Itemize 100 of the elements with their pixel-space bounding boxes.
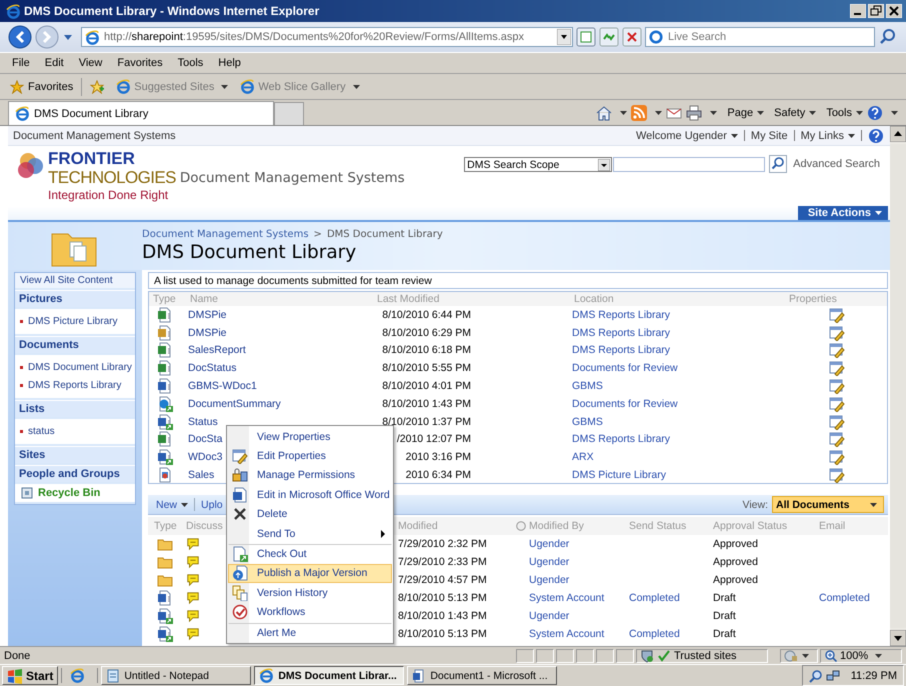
compatibility-view-button[interactable] [576,27,596,47]
advanced-search-link[interactable]: Advanced Search [793,158,880,170]
taskbar-button[interactable]: DMS Document Librar... [254,666,404,685]
menu-item[interactable]: View Properties [228,427,392,446]
speech-bubble-icon[interactable] [186,609,200,623]
scroll-down-button[interactable] [890,630,906,646]
speech-bubble-icon[interactable] [186,591,200,605]
help-icon[interactable] [868,128,884,144]
menu-item[interactable]: Manage Permissions [228,466,392,486]
menu-item[interactable]: Favorites [117,57,163,69]
user-link[interactable]: System Account [529,628,604,640]
menu-item[interactable]: Delete [228,504,392,524]
speech-bubble-icon[interactable] [186,573,200,587]
document-link[interactable]: Sales [188,469,214,482]
edit-form-icon[interactable] [828,396,844,412]
minimize-button[interactable] [850,4,866,18]
back-button[interactable] [8,25,32,49]
start-button[interactable]: Start [2,666,58,685]
edit-form-icon[interactable] [828,306,844,323]
menu-item[interactable]: View [78,57,102,69]
document-link[interactable]: DocStatus [188,362,236,374]
document-link[interactable]: SalesReport [188,344,246,356]
command-menu[interactable]: Safety [774,107,816,119]
welcome-menu[interactable]: Welcome Ugender [636,130,738,142]
location-link[interactable]: Documents for Review [572,398,678,410]
nav-link[interactable]: DMS Document Library [15,358,135,376]
menu-item[interactable]: Edit in Microsoft Office Word [228,485,392,505]
send-result-link[interactable]: Completed [629,628,680,640]
menu-item[interactable]: Publish a Major Version [228,564,392,584]
location-link[interactable]: DMS Reports Library [572,326,670,339]
top-link[interactable]: My Links [800,130,855,142]
network-icon[interactable] [826,668,840,682]
command-menu[interactable]: Page [727,107,764,119]
scope-dropdown[interactable]: DMS Search Scope [464,157,612,172]
menu-item[interactable]: Edit Properties [228,446,392,466]
menu-item[interactable]: Alert Me [228,622,392,642]
document-link[interactable]: WDoc3 [188,451,222,464]
globe-lock-icon[interactable] [784,648,798,662]
zoom-button[interactable]: 100% [820,648,902,662]
search-icon[interactable] [808,668,823,682]
document-link[interactable]: Status [188,416,218,428]
search-field[interactable]: Live Search [645,27,875,47]
speech-bubble-icon[interactable] [186,555,200,569]
location-link[interactable]: DMS Picture Library [572,469,666,482]
edit-form-icon[interactable] [828,431,844,448]
scrollbar[interactable] [890,126,906,646]
edit-form-icon[interactable] [828,342,844,358]
user-link[interactable]: Ugender [529,610,570,622]
stop-button[interactable] [622,27,642,47]
menu-item[interactable]: Workflows [228,602,392,622]
search-field[interactable] [613,157,766,172]
feed-icon[interactable] [631,105,648,121]
location-link[interactable]: GBMS [572,416,603,428]
site-actions-button[interactable]: Site Actions [798,206,888,220]
send-result-link[interactable]: Completed [629,592,680,604]
edit-form-icon[interactable] [828,449,844,466]
user-link[interactable]: Ugender [529,538,570,550]
speech-bubble-icon[interactable] [186,537,200,551]
user-link[interactable]: Ugender [529,574,570,586]
help-icon[interactable] [867,105,883,121]
restore-button[interactable] [868,4,884,18]
menu-item[interactable]: File [12,57,30,69]
scroll-up-button[interactable] [890,126,906,142]
refresh-button[interactable] [599,27,619,47]
taskbar-button[interactable]: Document1 - Microsoft ... [407,666,558,685]
location-link[interactable]: GBMS [572,380,603,392]
user-link[interactable]: System Account [529,592,604,604]
menu-item[interactable]: Edit [44,57,64,69]
edit-form-icon[interactable] [828,414,844,430]
address-field[interactable]: http://sharepoint:19595/sites/DMS/Documents%20for%20Review/Forms/AllItems.aspx [81,27,573,47]
document-link[interactable]: DMSPie [188,308,227,321]
speech-bubble-icon[interactable] [186,627,200,641]
view-all-link[interactable]: View All Site Content [15,273,135,288]
home-icon[interactable] [596,105,612,121]
location-link[interactable]: Documents for Review [572,362,678,374]
upload-menu[interactable]: Uplo [201,498,223,510]
command-menu[interactable]: Tools [826,107,863,119]
edit-form-icon[interactable] [828,467,844,484]
edit-form-icon[interactable] [828,378,844,394]
menu-item[interactable]: Tools [178,57,204,69]
user-link[interactable]: Ugender [529,556,570,568]
nav-heading[interactable]: People and Groups [15,465,135,482]
edit-form-icon[interactable] [828,360,844,376]
location-link[interactable]: ARX [572,451,594,464]
nav-link[interactable]: DMS Reports Library [15,376,135,394]
caret-icon[interactable] [64,34,72,40]
view-dropdown[interactable]: All Documents [772,496,884,513]
browser-tab[interactable]: DMS Document Library [8,101,274,125]
document-link[interactable]: DocSta [188,433,222,446]
dropdown-button[interactable] [557,29,571,45]
document-link[interactable]: GBMS-WDoc1 [188,380,257,392]
email-result-link[interactable]: Completed [819,592,870,604]
menu-item[interactable]: Version History [228,583,392,603]
location-link[interactable]: DMS Reports Library [572,433,670,446]
menu-item[interactable]: Send To [228,524,392,544]
menu-item[interactable]: Help [218,57,241,69]
add-favorite-icon[interactable] [90,80,104,94]
top-link[interactable]: My Site [750,130,788,142]
printer-icon[interactable] [686,105,702,121]
search-button[interactable] [769,155,788,173]
